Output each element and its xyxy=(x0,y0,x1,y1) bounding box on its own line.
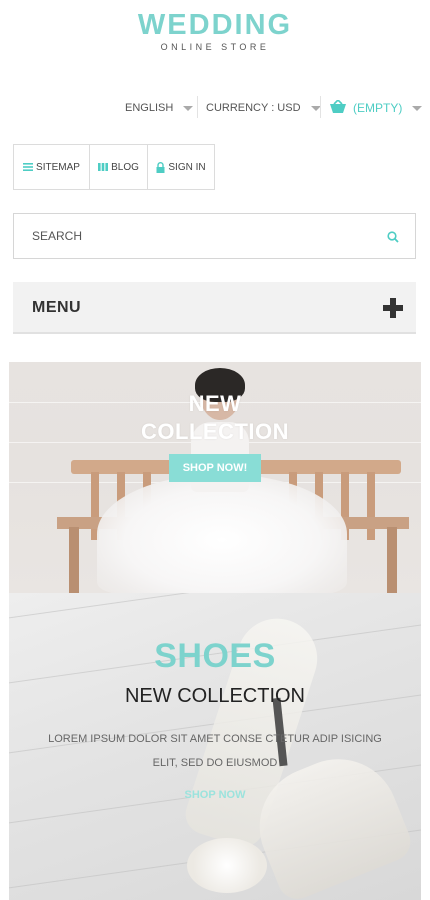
shop-now-link[interactable]: SHOP NOW xyxy=(9,789,421,801)
logo-subtitle: ONLINE STORE xyxy=(160,42,270,52)
menu-toggle[interactable]: MENU xyxy=(13,282,416,334)
banner-title-line1: NEW xyxy=(188,391,242,416)
banner-title-line2: COLLECTION xyxy=(141,419,289,444)
account-nav: SITEMAP BLOG SIGN IN xyxy=(13,144,215,190)
list-icon xyxy=(23,163,34,171)
search-input[interactable] xyxy=(14,214,354,258)
sitemap-label: SITEMAP xyxy=(36,161,80,173)
store-logo[interactable]: WEDDING ONLINE STORE xyxy=(0,10,430,52)
menu-label: MENU xyxy=(32,299,82,316)
currency-label: CURRENCY : USD xyxy=(206,102,301,114)
bench-leg xyxy=(387,527,397,593)
chevron-down-icon xyxy=(412,105,423,111)
language-selector[interactable]: ENGLISH xyxy=(125,96,194,120)
lock-icon xyxy=(156,161,165,173)
sign-in-label: SIGN IN xyxy=(168,161,206,173)
chevron-down-icon xyxy=(183,105,194,111)
language-label: ENGLISH xyxy=(125,102,174,114)
sign-in-link[interactable]: SIGN IN xyxy=(148,145,214,189)
blog-link[interactable]: BLOG xyxy=(90,145,148,189)
cart-button[interactable]: (EMPTY) xyxy=(329,96,423,120)
divider xyxy=(320,96,321,118)
search-icon[interactable] xyxy=(387,230,399,248)
blog-label: BLOG xyxy=(111,161,139,173)
cart-status: (EMPTY) xyxy=(353,101,403,115)
top-bar: ENGLISH CURRENCY : USD (EMPTY) xyxy=(0,96,430,120)
logo-title: WEDDING xyxy=(137,9,293,41)
shoes-banner[interactable]: SHOES NEW COLLECTION LOREM IPSUM DOLOR S… xyxy=(9,593,421,900)
currency-selector[interactable]: CURRENCY : USD xyxy=(206,96,321,120)
shoe-bow xyxy=(187,838,267,893)
bench-slat xyxy=(367,472,375,540)
basket-icon xyxy=(329,98,347,117)
plus-icon xyxy=(383,298,403,318)
divider xyxy=(197,96,198,118)
new-collection-banner[interactable]: NEW COLLECTION SHOP NOW! xyxy=(9,362,421,593)
sitemap-link[interactable]: SITEMAP xyxy=(14,145,90,189)
bench-leg xyxy=(69,527,79,593)
banner-subtitle: NEW COLLECTION xyxy=(124,685,306,707)
banner-description: LOREM IPSUM DOLOR SIT AMET CONSE CTETUR … xyxy=(48,733,382,769)
shop-now-button[interactable]: SHOP NOW! xyxy=(169,454,261,482)
banner-title: NEW COLLECTION xyxy=(9,390,421,446)
search-box xyxy=(13,213,416,259)
blog-icon xyxy=(98,163,109,171)
floor-plank xyxy=(9,593,421,624)
banner-title: SHOES xyxy=(154,637,276,675)
